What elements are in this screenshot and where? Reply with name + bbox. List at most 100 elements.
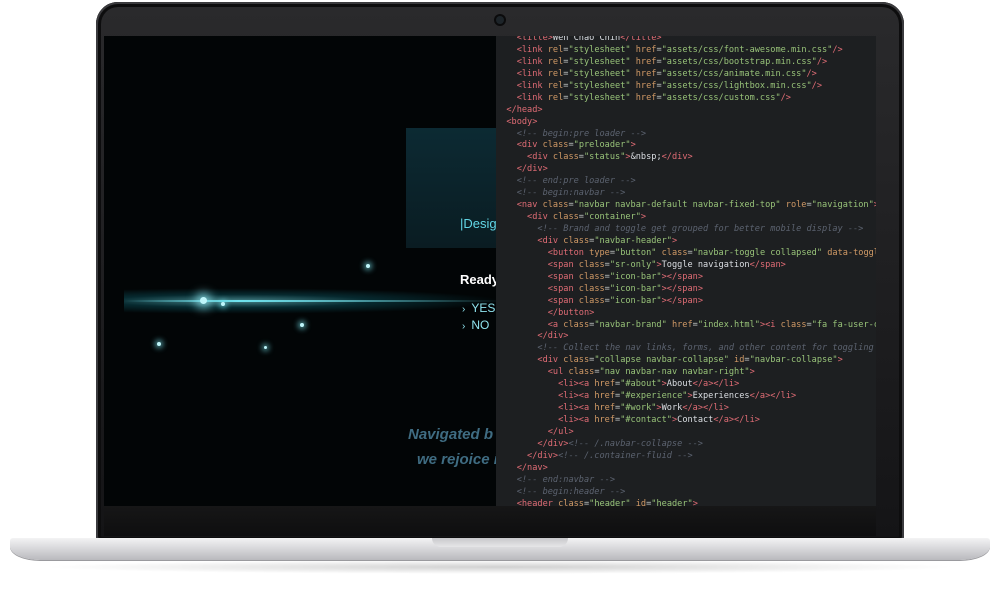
code-token: rel <box>547 68 564 79</box>
code-line: <button type="button" class="navbar-togg… <box>496 248 876 260</box>
code-line: <title>Wen Chao Chin</title> <box>496 36 876 45</box>
tagline-line-2: we rejoice i <box>417 451 498 468</box>
code-token: "icon-bar" <box>609 283 662 294</box>
option-yes[interactable]: › YES <box>462 301 495 315</box>
code-token: href <box>630 68 657 79</box>
light-spark <box>264 346 267 349</box>
code-token: > <box>630 140 636 151</box>
code-token: ></span> <box>661 271 704 282</box>
code-token: /> <box>780 92 791 103</box>
option-yes-label: YES <box>471 301 496 315</box>
code-token: <div <box>527 152 553 163</box>
code-line: <span class="sr-only">Toggle navigation<… <box>496 260 876 272</box>
light-spark <box>300 323 304 327</box>
code-token: &nbsp; <box>630 152 662 163</box>
code-token: > <box>671 235 678 246</box>
code-token: class <box>578 283 605 294</box>
code-line: <!-- Brand and toggle get grouped for be… <box>496 224 876 236</box>
chevron-right-icon: › <box>462 321 466 332</box>
code-token: <li><a <box>558 403 595 414</box>
code-token: <div <box>537 235 564 246</box>
light-spark <box>221 302 225 306</box>
code-line: </nav> <box>496 463 876 475</box>
code-token: "fa fa-user-circle" <box>811 319 876 330</box>
code-token: class <box>552 212 579 223</box>
code-line: <a class="navbar-brand" href="index.html… <box>496 320 876 332</box>
code-token: "collapse navbar-collapse" <box>594 355 729 366</box>
code-token: </div> <box>537 331 569 342</box>
code-token: </div> <box>661 152 693 163</box>
code-token: "navbar-header" <box>594 235 672 246</box>
code-line: </div><!-- /.container-fluid --> <box>496 451 876 463</box>
code-token: href <box>666 319 693 330</box>
code-token: "button" <box>615 247 657 258</box>
code-token: href <box>594 391 616 402</box>
code-token: class <box>780 319 807 330</box>
code-line: <link rel="stylesheet" href="assets/css/… <box>496 81 876 93</box>
code-token: id <box>630 498 647 506</box>
code-token: <div <box>537 355 564 366</box>
code-token: href <box>630 80 657 91</box>
code-line: </head> <box>496 105 876 117</box>
code-line: <header class="header" id="header"> <box>496 499 876 506</box>
code-token: </ul> <box>547 426 574 437</box>
code-token: class <box>563 235 590 246</box>
code-token: class <box>656 247 688 258</box>
code-line: <!-- begin:navbar --> <box>496 188 876 200</box>
code-line: <li><a href="#work">Work</a></li> <box>496 403 876 415</box>
code-line: <span class="icon-bar"></span> <box>496 296 876 308</box>
code-line: <nav class="navbar navbar-default navbar… <box>496 200 876 212</box>
code-token: > <box>692 498 698 506</box>
code-token: "assets/css/bootstrap.min.css" <box>661 56 817 67</box>
code-token: <li><a <box>558 391 595 402</box>
code-token: ></span> <box>661 283 704 294</box>
code-line: <link rel="stylesheet" href="assets/css/… <box>496 57 876 69</box>
webcam-icon <box>496 16 504 24</box>
code-line: <span class="icon-bar"></span> <box>496 284 876 296</box>
code-token: <body> <box>506 116 538 127</box>
code-token: "navbar navbar-default navbar-fixed-top" <box>573 200 781 211</box>
code-token: "container" <box>583 212 641 223</box>
code-token: href <box>630 56 657 67</box>
code-token: <nav <box>516 200 543 211</box>
code-token: "index.html" <box>697 319 760 330</box>
code-token: class <box>558 498 584 506</box>
code-token: </title> <box>620 36 662 43</box>
code-token: <ul <box>547 367 569 378</box>
code-line: <!-- end:navbar --> <box>496 475 876 487</box>
code-token: "#work" <box>620 403 657 414</box>
code-token: class <box>563 319 590 330</box>
code-token: class <box>542 140 569 151</box>
option-no[interactable]: › NO <box>462 318 489 332</box>
code-token: <a <box>547 319 564 330</box>
code-line: </button> <box>496 308 876 320</box>
code-editor[interactable]: <title>Wen Chao Chin</title> <link rel="… <box>496 36 876 506</box>
code-token: "status" <box>583 152 626 163</box>
code-token: rel <box>547 44 564 55</box>
code-token: <div <box>527 212 553 223</box>
code-token: <div <box>516 140 543 151</box>
code-token: rel <box>547 80 564 91</box>
code-token: </span> <box>749 259 786 270</box>
code-line: </ul> <box>496 427 876 439</box>
code-token: </head> <box>506 104 543 115</box>
screen-bezel-bottom <box>104 506 876 536</box>
code-token: "stylesheet" <box>568 68 631 79</box>
code-token: <!-- /.container-fluid --> <box>558 450 693 461</box>
code-token: <header <box>516 498 559 506</box>
code-line: <body> <box>496 117 876 129</box>
code-token: "navbar-brand" <box>594 319 667 330</box>
code-token: <li><a <box>558 379 595 390</box>
code-token: "stylesheet" <box>568 56 631 67</box>
code-token: <!-- /.navbar-collapse --> <box>568 438 703 449</box>
code-token: "assets/css/custom.css" <box>661 92 781 103</box>
code-token: type <box>589 247 610 258</box>
code-line: <ul class="nav navbar-nav navbar-right"> <box>496 367 876 379</box>
code-token: Contact <box>677 415 714 425</box>
code-token: Wen Chao Chin <box>552 36 621 43</box>
code-token: <title> <box>516 36 553 43</box>
code-token: "header" <box>589 498 631 506</box>
code-token: /> <box>816 56 828 67</box>
code-token: <!-- end:pre loader --> <box>516 176 636 187</box>
code-token: </a></li> <box>682 403 729 414</box>
